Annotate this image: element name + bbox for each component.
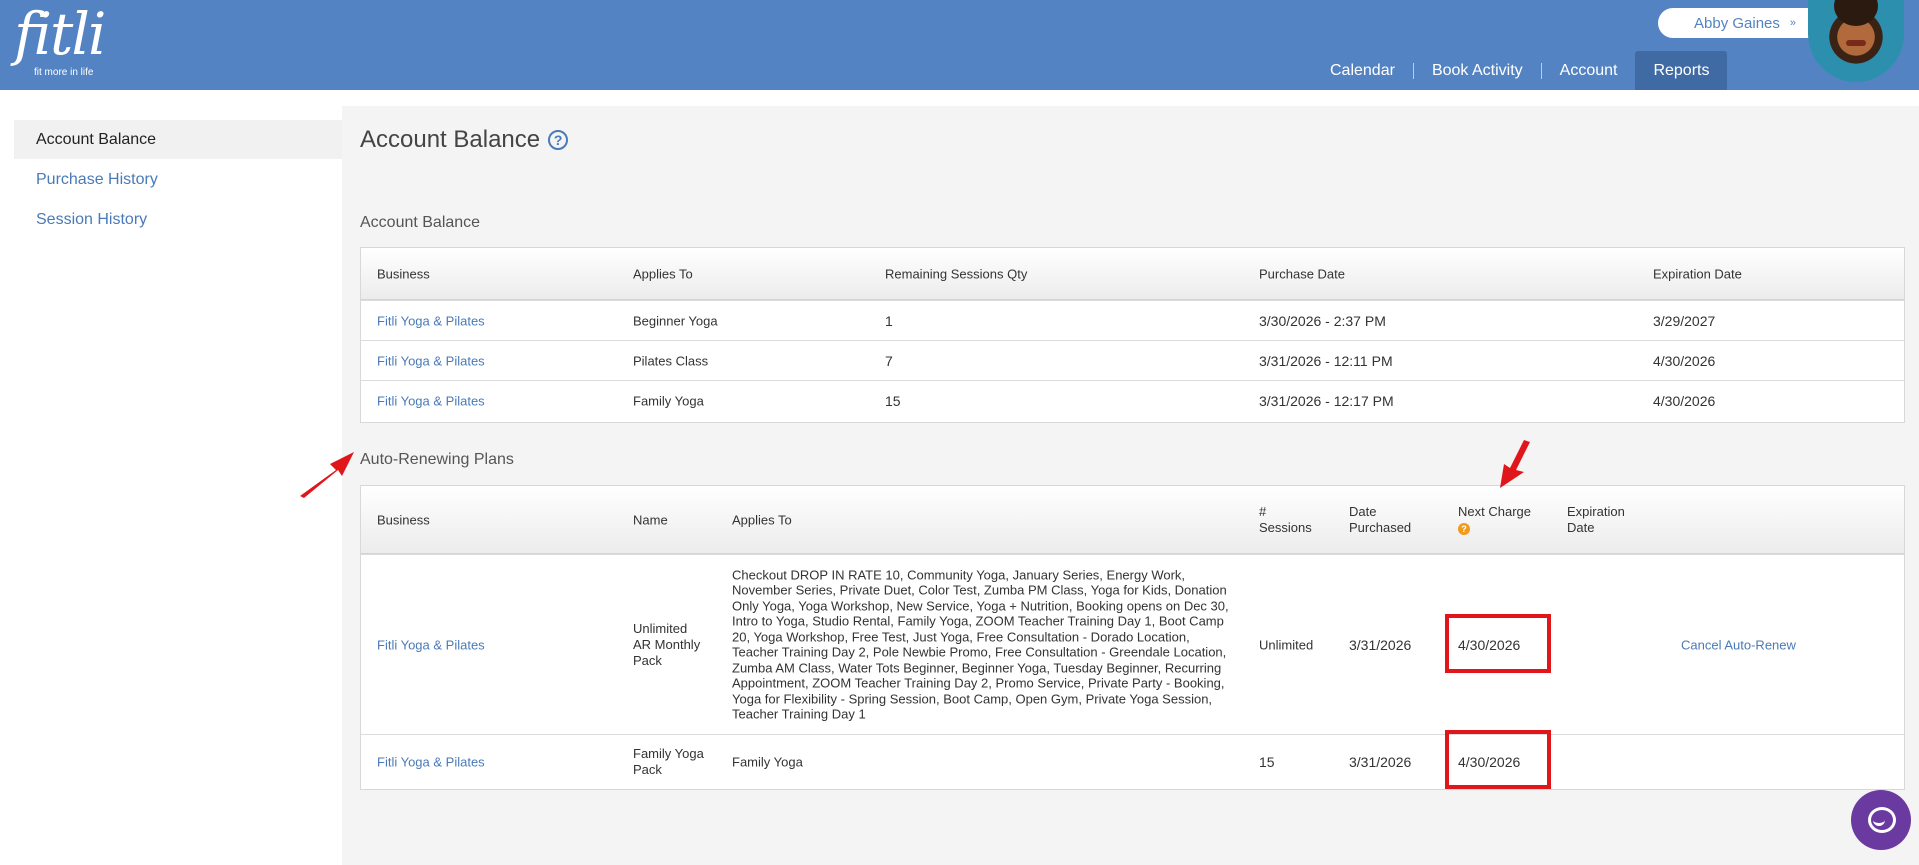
plan-date-purchased: 3/31/2026 [1349, 754, 1412, 770]
col-expiration-date: Expiration Date [1653, 266, 1742, 281]
col-sessions: # Sessions [1259, 504, 1312, 536]
col-business: Business [377, 512, 430, 527]
col-next-charge-label: Next Charge [1458, 503, 1531, 519]
help-icon[interactable]: ? [548, 130, 569, 150]
plan-date-purchased: 3/31/2026 [1349, 636, 1412, 653]
plan-applies-to: Family Yoga [732, 754, 803, 770]
business-link[interactable]: Fitli Yoga & Pilates [377, 637, 485, 652]
expiration-date: 4/30/2026 [1653, 392, 1716, 409]
annotation-highlight-box [1445, 730, 1551, 789]
col-purchase-date: Purchase Date [1259, 266, 1345, 281]
col-expiration-line2: Date [1567, 519, 1595, 535]
col-date-purchased-line2: Purchased [1349, 519, 1412, 535]
col-sessions-line2: Sessions [1259, 519, 1312, 535]
remaining-qty: 15 [885, 392, 901, 409]
logo-tagline: fit more in life [34, 67, 94, 78]
col-business: Business [377, 266, 430, 281]
account-balance-section-title: Account Balance [360, 214, 481, 231]
page-title: Account Balance ? [360, 126, 569, 154]
plan-sessions: Unlimited [1259, 637, 1314, 652]
plan-name: Family Yoga Pack [633, 746, 704, 777]
table-row: Fitli Yoga & Pilates Beginner Yoga 1 3/3… [361, 300, 1904, 340]
chevron-down-icon: » [1789, 17, 1797, 29]
user-name: Abby Gaines [1694, 14, 1780, 32]
col-expiration-line1: Expiration [1567, 503, 1625, 519]
nav-account[interactable]: Account [1542, 51, 1636, 90]
chat-icon[interactable] [1851, 790, 1911, 850]
top-header: fitli fit more in life Abby Gaines » Cal… [0, 0, 1919, 90]
annotation-arrow-icon [300, 452, 354, 498]
account-balance-table: Business Applies To Remaining Sessions Q… [360, 247, 1905, 423]
col-applies-to: Applies To [633, 266, 693, 281]
sidebar-item-account-balance[interactable]: Account Balance [14, 120, 342, 159]
purchase-date: 3/30/2026 - 2:37 PM [1259, 312, 1386, 329]
nav-reports[interactable]: Reports [1635, 51, 1728, 90]
business-link[interactable]: Fitli Yoga & Pilates [377, 393, 485, 408]
table-row: Fitli Yoga & Pilates Unlimited AR Monthl… [361, 554, 1904, 734]
col-next-charge: Next Charge ? [1458, 504, 1531, 536]
business-link[interactable]: Fitli Yoga & Pilates [377, 353, 485, 368]
logo-word: fitli [14, 0, 106, 68]
nav-calendar[interactable]: Calendar [1312, 51, 1413, 90]
table-header: Business Applies To Remaining Sessions Q… [361, 248, 1904, 300]
sidebar-item-session-history[interactable]: Session History [14, 200, 342, 239]
cancel-auto-renew-link[interactable]: Cancel Auto-Renew [1681, 637, 1796, 652]
expiration-date: 3/29/2027 [1653, 312, 1716, 329]
user-menu-button[interactable]: Abby Gaines » [1658, 8, 1832, 38]
purchase-date: 3/31/2026 - 12:11 PM [1259, 352, 1393, 369]
avatar[interactable] [1808, 0, 1904, 82]
remaining-qty: 1 [885, 312, 893, 329]
business-link[interactable]: Fitli Yoga & Pilates [377, 313, 485, 328]
plan-applies-to: Checkout DROP IN RATE 10, Community Yoga… [732, 567, 1229, 722]
col-date-purchased-line1: Date [1349, 503, 1377, 519]
col-applies-to: Applies To [732, 512, 792, 527]
main-panel: Account Balance ? Account Balance Busine… [342, 106, 1919, 865]
applies-to: Beginner Yoga [633, 313, 718, 328]
table-header: Business Name Applies To # Sessions Date… [361, 486, 1904, 554]
col-expiration-date: Expiration Date [1567, 504, 1625, 536]
table-row: Fitli Yoga & Pilates Family Yoga Pack Fa… [361, 734, 1904, 789]
main-nav: Calendar Book Activity Account Reports [1312, 51, 1728, 90]
col-sessions-line1: # [1259, 503, 1267, 519]
expiration-date: 4/30/2026 [1653, 352, 1716, 369]
plan-name: Unlimited AR Monthly Pack [633, 620, 701, 668]
remaining-qty: 7 [885, 352, 893, 369]
col-date-purchased: Date Purchased [1349, 504, 1411, 536]
business-link[interactable]: Fitli Yoga & Pilates [377, 755, 485, 770]
page-title-text: Account Balance [360, 126, 541, 153]
plan-sessions: 15 [1259, 754, 1275, 770]
annotation-arrow-icon [1500, 440, 1530, 488]
col-name: Name [633, 512, 668, 527]
col-remaining-qty: Remaining Sessions Qty [885, 266, 1028, 281]
purchase-date: 3/31/2026 - 12:17 PM [1259, 392, 1394, 409]
table-row: Fitli Yoga & Pilates Family Yoga 15 3/31… [361, 380, 1904, 420]
nav-book-activity[interactable]: Book Activity [1414, 51, 1541, 90]
sidebar-item-purchase-history[interactable]: Purchase History [14, 160, 342, 199]
next-charge-help-icon[interactable]: ? [1458, 522, 1470, 535]
applies-to: Family Yoga [633, 393, 704, 408]
table-row: Fitli Yoga & Pilates Pilates Class 7 3/3… [361, 340, 1904, 380]
auto-renewing-table: Business Name Applies To # Sessions Date… [360, 485, 1905, 790]
auto-renewing-section-title: Auto-Renewing Plans [360, 451, 514, 468]
fitli-logo[interactable]: fitli fit more in life [14, 0, 106, 78]
applies-to: Pilates Class [633, 353, 709, 368]
annotation-highlight-box [1445, 614, 1551, 673]
sidebar: Account Balance Purchase History Session… [14, 120, 342, 240]
